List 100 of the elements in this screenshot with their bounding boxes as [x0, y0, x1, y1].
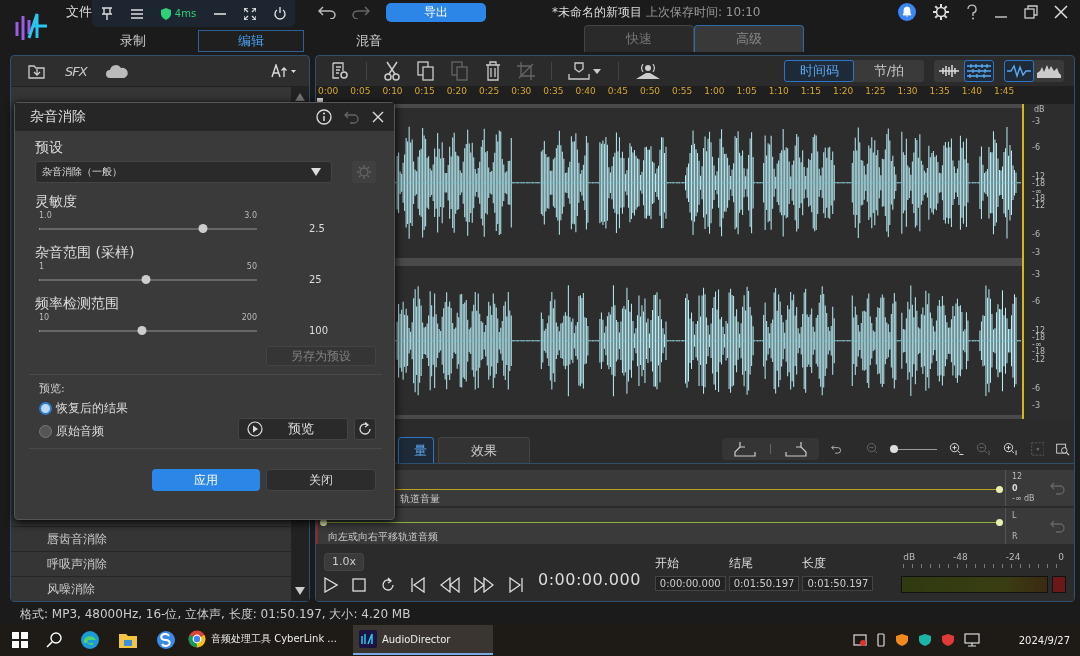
scissors-icon[interactable] — [383, 61, 401, 81]
taskbar-window-button[interactable]: AudioDirector — [352, 625, 493, 655]
shield-icon[interactable] — [917, 633, 932, 647]
db-scale-label: -12 — [1032, 173, 1046, 182]
settings-icon[interactable] — [932, 3, 950, 21]
sogou-icon[interactable] — [156, 630, 176, 650]
mode-tab[interactable]: 混音 — [316, 30, 422, 52]
waveform-display-button[interactable] — [1004, 60, 1034, 82]
skip-forward-icon[interactable] — [508, 576, 524, 593]
tray-app-icon[interactable] — [852, 633, 867, 647]
preview-button[interactable]: 预览 — [238, 418, 348, 440]
marker-dropdown-icon[interactable] — [568, 62, 602, 80]
effect-list-item[interactable]: 唇齿音消除 — [11, 526, 291, 551]
preset-label: 预设 — [35, 139, 64, 157]
effect-list-item[interactable]: 风噪消除 — [11, 576, 291, 601]
wave-line-icon — [1006, 64, 1032, 78]
panel-tab[interactable]: 量 — [398, 437, 434, 463]
slider-thumb[interactable] — [198, 224, 208, 233]
trash-icon[interactable] — [485, 61, 501, 81]
help-icon[interactable] — [966, 4, 978, 20]
time-ruler-label: 0:00 — [318, 86, 340, 97]
minimize-icon[interactable] — [214, 11, 227, 16]
loop-icon[interactable] — [380, 576, 396, 593]
shield-icon[interactable] — [940, 633, 955, 647]
close-icon[interactable] — [372, 111, 384, 123]
time-ruler-label: 1:20 — [833, 86, 855, 97]
apply-button[interactable]: 应用 — [152, 469, 260, 491]
zoom-slider-thumb[interactable] — [890, 444, 899, 453]
time-field[interactable]: 0:01:50.197 — [728, 575, 800, 591]
windows-start-icon[interactable] — [12, 632, 28, 648]
sort-icon[interactable] — [271, 64, 297, 78]
db-scale-label: -18 — [1032, 180, 1046, 189]
browser-icon[interactable] — [80, 630, 100, 650]
pin-icon[interactable] — [100, 6, 113, 21]
network-icon[interactable] — [963, 633, 980, 647]
menu-icon[interactable] — [130, 8, 143, 19]
volume-scale-label: 0 — [1011, 484, 1018, 493]
spectrum-display-button[interactable] — [1034, 60, 1064, 82]
mode-tab[interactable]: 编辑 — [198, 30, 304, 52]
time-ruler-label: 0:30 — [511, 86, 533, 97]
play-icon[interactable] — [324, 576, 338, 593]
search-icon[interactable] — [46, 632, 62, 648]
crop-icon[interactable] — [517, 62, 535, 80]
chrome-icon — [188, 630, 206, 648]
replay-button[interactable] — [354, 418, 376, 440]
power-icon[interactable] — [274, 7, 286, 20]
effect-list-item[interactable]: 呼吸声消除 — [11, 551, 291, 576]
panel-tab[interactable]: 效果 — [438, 437, 530, 463]
waveform-icon — [938, 64, 960, 78]
fast-forward-icon[interactable] — [474, 576, 494, 593]
meter-scale-label: dB — [903, 552, 916, 562]
stop-icon[interactable] — [352, 577, 366, 592]
fullscreen-icon[interactable] — [244, 7, 257, 20]
folder-icon[interactable] — [118, 631, 138, 649]
time-ruler-label: 1:25 — [865, 86, 887, 97]
close-icon[interactable] — [1054, 5, 1068, 19]
speaker-icon[interactable] — [635, 62, 661, 80]
cloud-icon[interactable] — [104, 63, 129, 79]
fade-in-icon[interactable] — [734, 441, 756, 457]
app-logo-icon — [358, 630, 377, 648]
multitrack-view-button[interactable] — [964, 60, 994, 82]
rewind-icon[interactable] — [440, 576, 460, 593]
radio-button[interactable] — [39, 402, 52, 415]
db-scale-label: -3 — [1032, 248, 1040, 257]
time-ruler-label: 1:40 — [961, 86, 983, 97]
pan-envelope[interactable] — [320, 519, 1003, 526]
shield-icon[interactable] — [894, 633, 909, 647]
redo-icon[interactable] — [352, 5, 370, 19]
properties-icon[interactable] — [330, 61, 350, 81]
skip-back-icon[interactable] — [410, 576, 426, 593]
speed-button[interactable]: 1.0x — [324, 552, 364, 571]
undo-icon[interactable] — [318, 5, 336, 19]
preview-label: 预览: — [39, 381, 66, 396]
time-ruler-label: 0:45 — [607, 86, 629, 97]
file-menu[interactable]: 文件 — [66, 3, 92, 21]
restore-icon[interactable] — [1024, 5, 1038, 19]
copy-icon[interactable] — [417, 61, 435, 81]
db-scale-label: -6 — [1032, 144, 1040, 152]
close-button[interactable]: 关闭 — [266, 469, 376, 491]
volume-scale-label: dB — [1024, 494, 1035, 503]
preset-dropdown[interactable]: 杂音消除（一般） — [35, 161, 332, 183]
slider-thumb[interactable] — [141, 275, 151, 284]
usb-icon[interactable] — [875, 633, 886, 647]
export-button[interactable]: 导出 — [386, 2, 486, 22]
scroll-down-icon[interactable] — [295, 587, 305, 595]
lane-label: 轨道音量 — [400, 493, 440, 504]
info-icon[interactable] — [316, 109, 332, 125]
sfx-button[interactable]: SFX — [65, 63, 87, 79]
undo-icon[interactable] — [831, 442, 842, 456]
time-field[interactable]: 0:01:50.197 — [802, 575, 874, 591]
mode-tab[interactable]: 录制 — [80, 30, 186, 52]
fade-out-icon[interactable] — [785, 441, 807, 457]
time-mode-tab[interactable]: 时间码 — [784, 60, 854, 82]
import-icon[interactable] — [27, 62, 47, 80]
taskbar-window-button[interactable]: 音频处理工具 CyberLink ... — [182, 625, 343, 655]
time-ruler-label: 1:45 — [993, 86, 1016, 97]
notification-icon[interactable] — [898, 3, 916, 21]
slider-thumb[interactable] — [137, 326, 147, 335]
time-field[interactable]: 0:00:00.000 — [654, 575, 726, 591]
radio-button[interactable] — [39, 425, 52, 438]
